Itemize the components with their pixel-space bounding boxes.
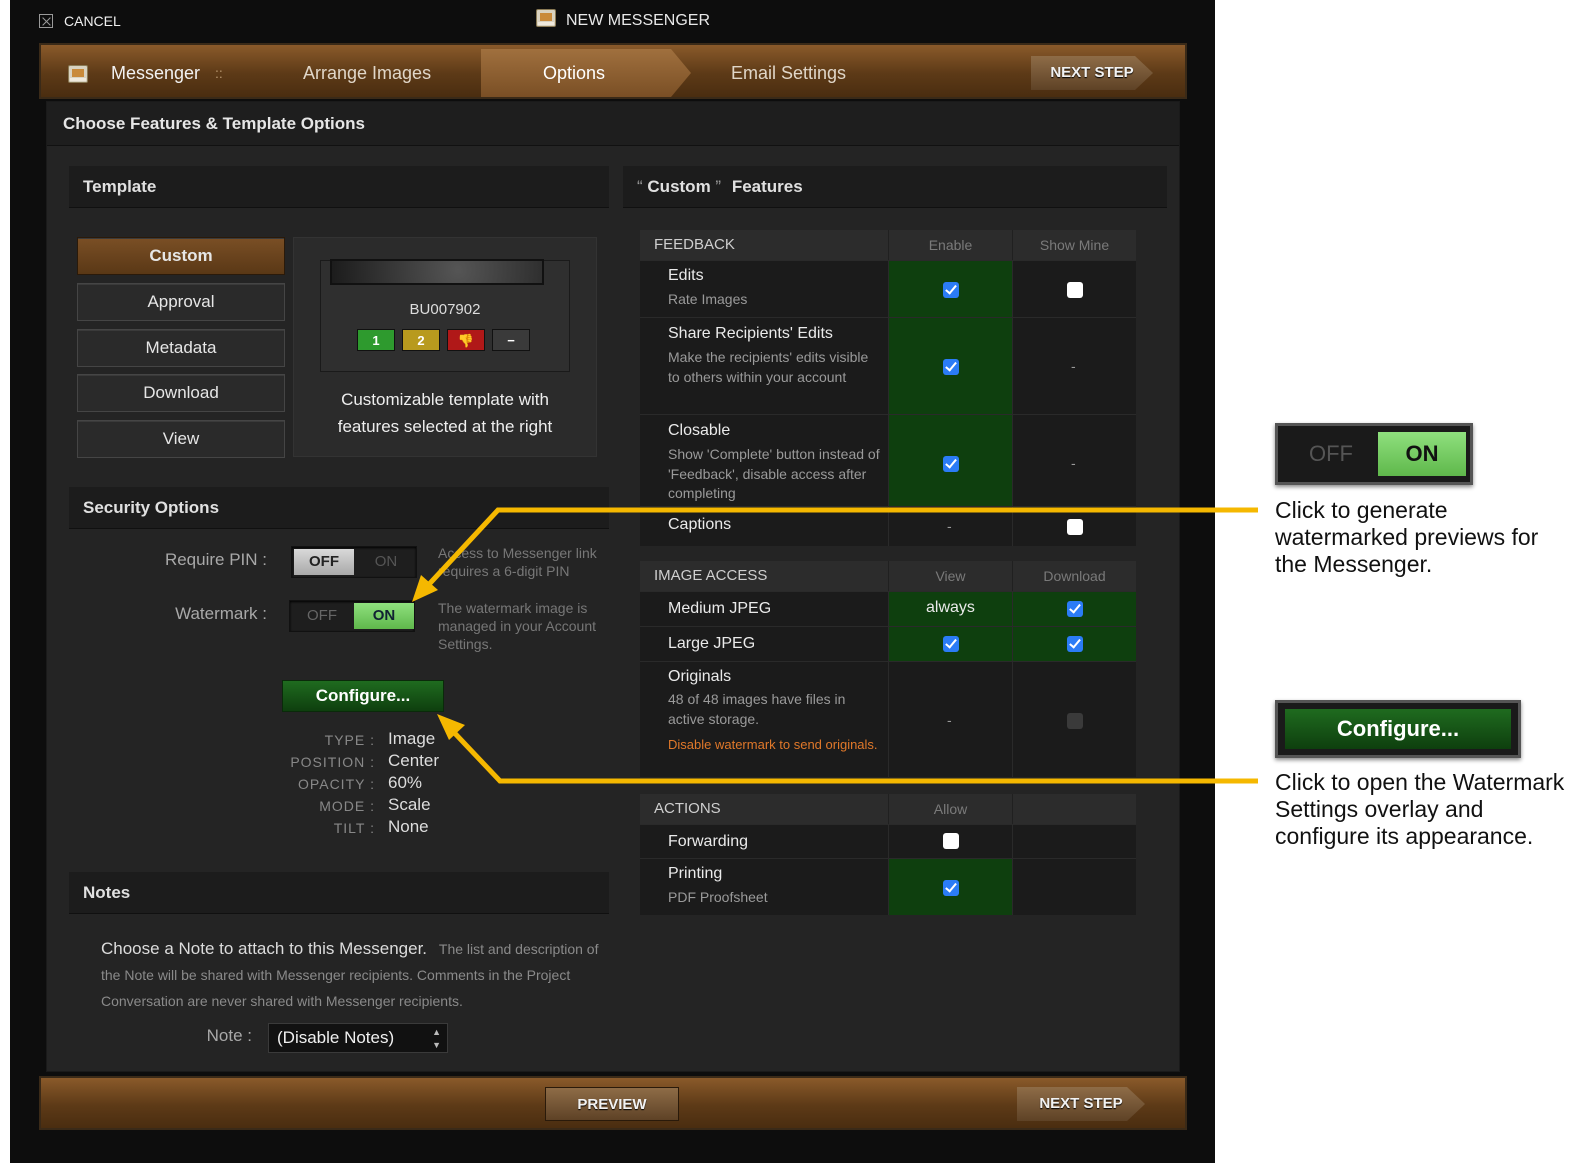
callout-toggle-off: OFF <box>1309 441 1353 466</box>
callout-configure-label: Configure... <box>1285 709 1511 749</box>
callout-configure-button: Configure... <box>1275 700 1521 758</box>
annotation-arrows <box>412 507 1258 784</box>
callout-watermark-toggle: OFF ON <box>1275 423 1473 485</box>
callout-toggle-on: ON <box>1378 432 1466 476</box>
callout-toggle-text: Click to generate watermarked previews f… <box>1275 497 1539 577</box>
arrow-to-watermark-toggle <box>418 507 1258 596</box>
arrow-to-configure-button <box>445 723 1258 784</box>
callout-configure-text: Click to open the Watermark Settings ove… <box>1275 769 1565 849</box>
